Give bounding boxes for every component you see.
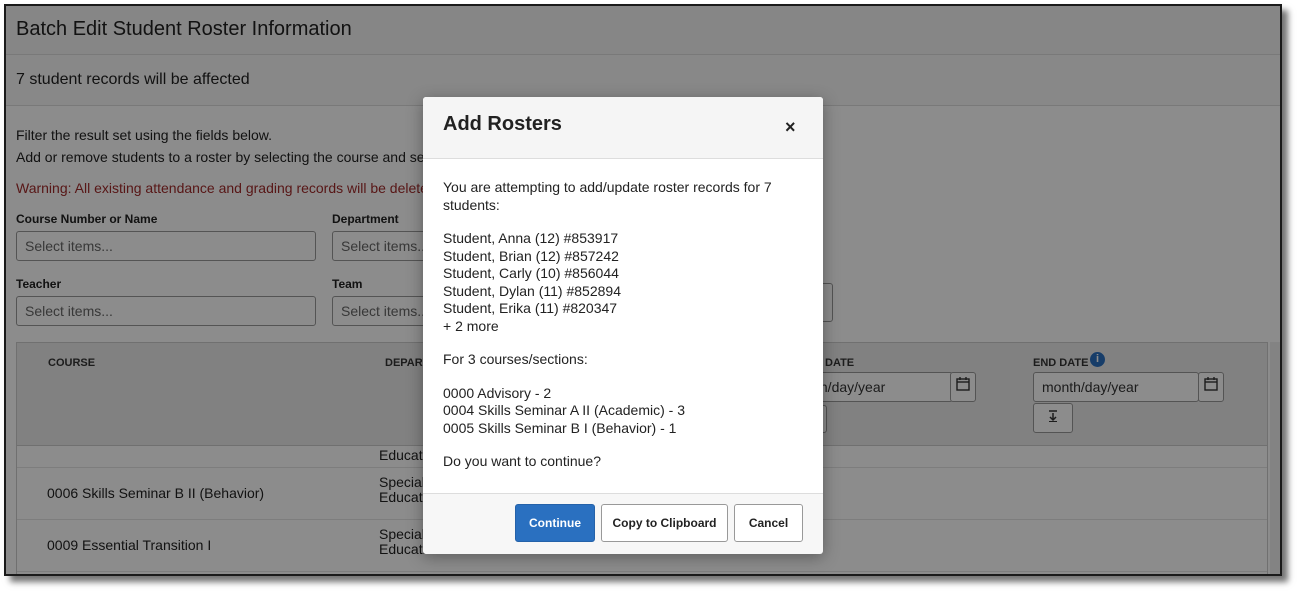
cancel-button[interactable]: Cancel — [734, 504, 803, 542]
dialog-intro: You are attempting to add/update roster … — [443, 179, 772, 213]
close-icon[interactable]: × — [785, 117, 796, 138]
continue-button[interactable]: Continue — [515, 504, 595, 542]
course-item: 0004 Skills Seminar A II (Academic) - 3 — [443, 402, 685, 418]
copy-to-clipboard-button[interactable]: Copy to Clipboard — [601, 504, 728, 542]
continue-question: Do you want to continue? — [443, 453, 601, 469]
student-item: Student, Brian (12) #857242 — [443, 247, 619, 264]
dialog-body: You are attempting to add/update roster … — [443, 179, 803, 471]
dialog-header: Add Rosters × — [423, 97, 823, 159]
student-item: Student, Dylan (11) #852894 — [443, 282, 621, 299]
courses-intro: For 3 courses/sections: — [443, 351, 588, 367]
student-item: Student, Erika (11) #820347 — [443, 300, 618, 316]
more-students: + 2 more — [443, 317, 499, 334]
dialog-footer: Continue Copy to Clipboard Cancel — [423, 493, 823, 554]
add-rosters-dialog: Add Rosters × You are attempting to add/… — [423, 97, 823, 554]
course-item: 0000 Advisory - 2 — [443, 384, 552, 401]
student-item: Student, Carly (10) #856044 — [443, 265, 619, 281]
course-item: 0005 Skills Seminar B I (Behavior) - 1 — [443, 419, 677, 436]
dialog-title: Add Rosters — [443, 113, 562, 135]
student-item: Student, Anna (12) #853917 — [443, 230, 619, 246]
